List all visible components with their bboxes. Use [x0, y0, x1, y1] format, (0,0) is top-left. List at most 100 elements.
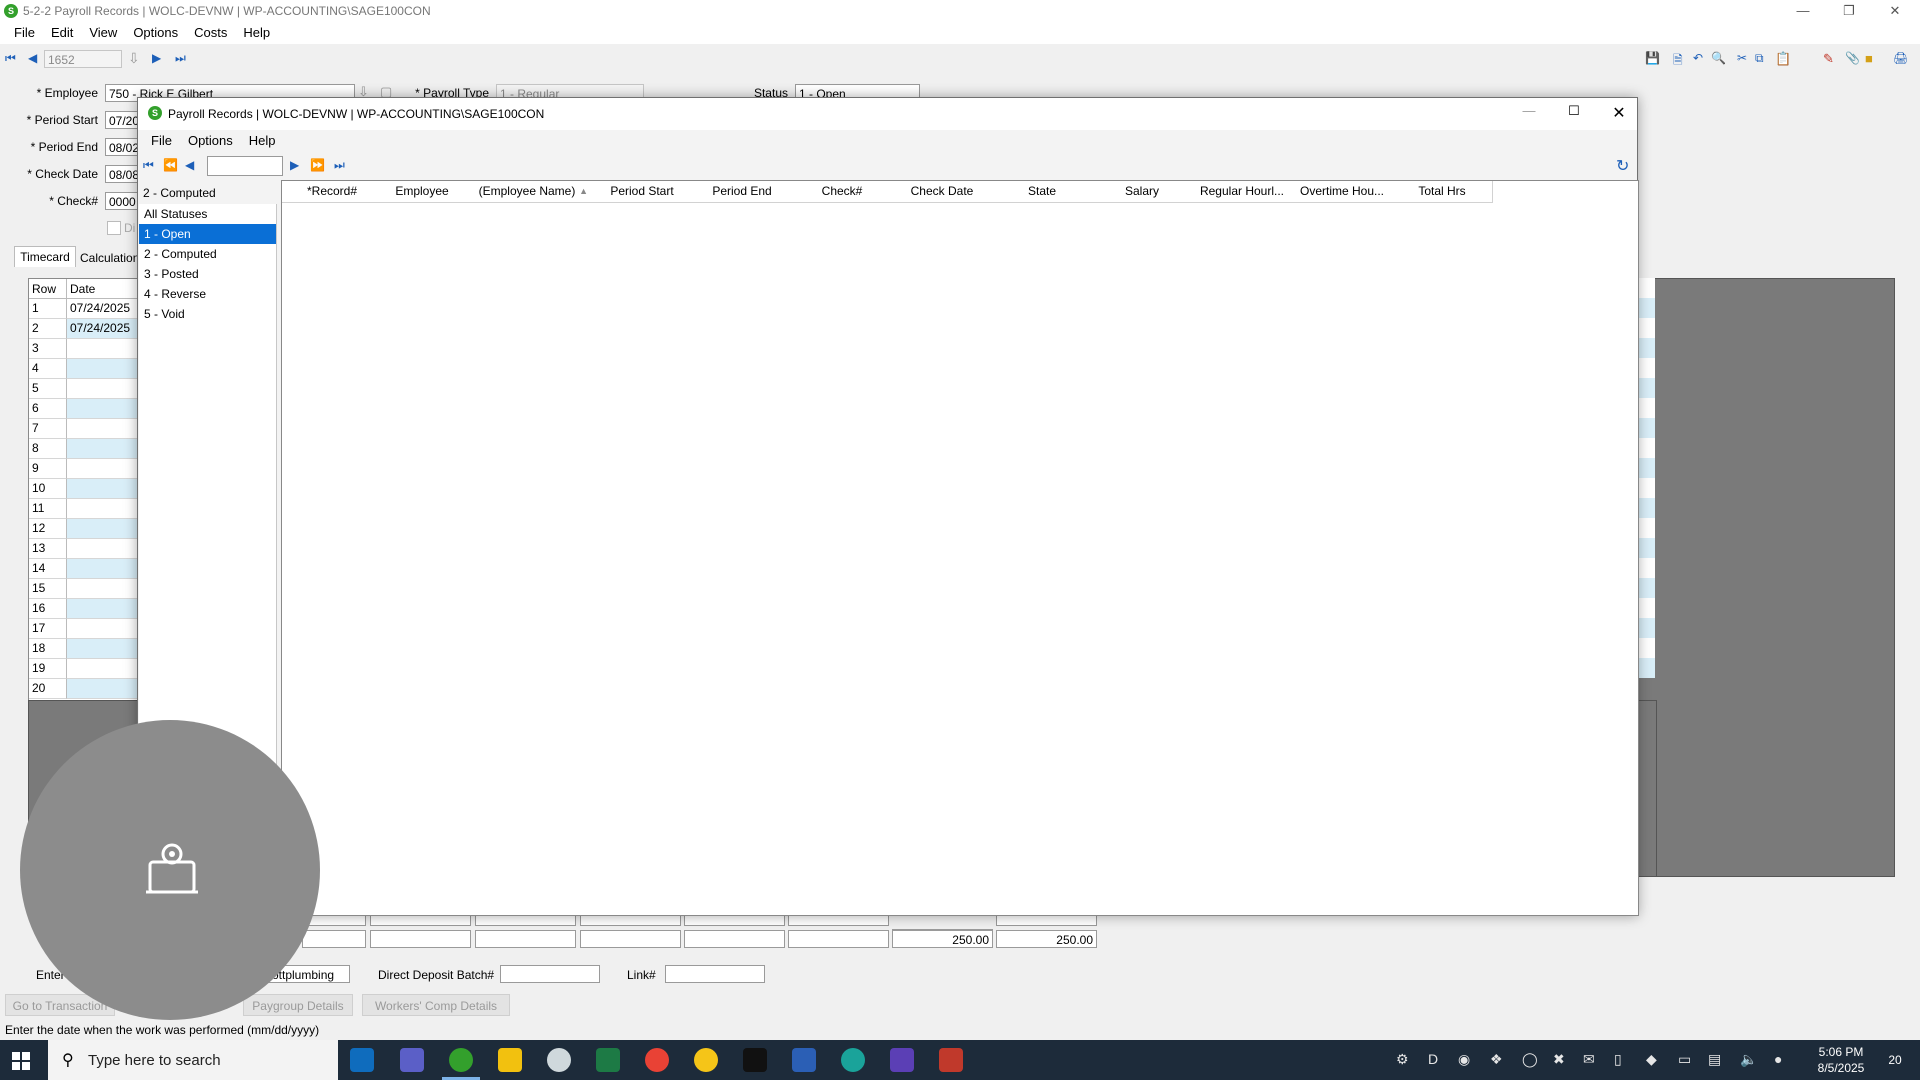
tray-tool-icon[interactable]: ✖	[1553, 1051, 1565, 1068]
chrome-icon[interactable]	[645, 1048, 669, 1072]
column-employee-name[interactable]: (Employee Name) ▲	[462, 181, 593, 203]
direct-deposit-batch-field[interactable]	[500, 965, 600, 983]
windows-start-icon[interactable]	[12, 1052, 30, 1070]
edit-icon[interactable]: ✎	[1823, 51, 1834, 67]
taskbar-clock[interactable]: 5:06 PM 8/5/2025	[1806, 1044, 1876, 1076]
notification-center-button[interactable]: 20	[1880, 1050, 1910, 1070]
tray-device-icon[interactable]: ▯	[1614, 1051, 1622, 1068]
visual-studio-icon[interactable]	[890, 1048, 914, 1072]
sage-icon[interactable]	[449, 1048, 473, 1072]
status-option-posted[interactable]: 3 - Posted	[139, 264, 276, 284]
column-period-start[interactable]: Period Start	[592, 181, 693, 203]
battery-icon[interactable]: ▭	[1678, 1051, 1691, 1068]
excel-icon[interactable]	[596, 1048, 620, 1072]
copy-icon[interactable]: ⧉	[1755, 51, 1764, 66]
column-check-date[interactable]: Check Date	[892, 181, 993, 203]
lookup-down-icon[interactable]: ⇩	[128, 50, 140, 67]
paygroup-details-button[interactable]: Paygroup Details	[243, 994, 353, 1016]
dialog-menu-file[interactable]: File	[143, 130, 180, 152]
chatgpt-icon[interactable]	[841, 1048, 865, 1072]
tray-app-icon[interactable]: ⚙	[1396, 1051, 1409, 1068]
dialog-previous-icon[interactable]: ◀	[185, 158, 194, 172]
outlook-icon[interactable]	[350, 1048, 374, 1072]
find-icon[interactable]: 🔍	[1711, 51, 1726, 65]
volume-icon[interactable]: 🔈	[1740, 1051, 1757, 1068]
dialog-close-button[interactable]: ✕	[1604, 103, 1634, 123]
menu-options[interactable]: Options	[125, 22, 186, 44]
menu-view[interactable]: View	[81, 22, 125, 44]
teams-icon[interactable]	[400, 1048, 424, 1072]
grid-header-row: Row	[29, 279, 67, 299]
minimize-button[interactable]: —	[1780, 0, 1826, 22]
dialog-refresh-icon[interactable]: ↻	[1616, 156, 1629, 176]
dialog-next-page-icon[interactable]: ⏩	[310, 158, 325, 172]
column-total-hours[interactable]: Total Hrs	[1392, 181, 1493, 203]
dialog-last-icon[interactable]: ⏭	[334, 158, 345, 173]
print-icon[interactable]: 🖨	[1893, 51, 1908, 65]
column-record-number[interactable]: *Record#	[282, 181, 383, 203]
tray-dropbox-icon[interactable]: ❖	[1490, 1051, 1503, 1068]
acrobat-icon[interactable]	[743, 1048, 767, 1072]
screen-share-overlay[interactable]	[20, 720, 320, 1020]
file-explorer-icon[interactable]	[498, 1048, 522, 1072]
previous-record-icon[interactable]: ◀	[28, 51, 37, 65]
dialog-menu-options[interactable]: Options	[180, 130, 241, 152]
last-record-icon[interactable]: ⏭	[175, 51, 186, 66]
cloud-app-icon[interactable]	[547, 1048, 571, 1072]
word-icon[interactable]	[792, 1048, 816, 1072]
dialog-previous-page-icon[interactable]: ⏪	[163, 158, 178, 172]
workers-comp-details-button[interactable]: Workers' Comp Details	[362, 994, 510, 1016]
status-option-void[interactable]: 5 - Void	[139, 304, 276, 324]
cut-icon[interactable]: ✂	[1737, 51, 1747, 65]
tab-timecard[interactable]: Timecard	[14, 246, 76, 267]
notes-icon[interactable]: ■	[1865, 51, 1873, 66]
dialog-menu-help[interactable]: Help	[241, 130, 284, 152]
column-regular-hourly[interactable]: Regular Hourl...	[1192, 181, 1293, 203]
menu-file[interactable]: File	[6, 22, 43, 44]
column-check-number[interactable]: Check#	[792, 181, 893, 203]
save-icon[interactable]: 💾	[1645, 51, 1660, 65]
app-circle-icon[interactable]	[694, 1048, 718, 1072]
row-number-cell: 7	[29, 419, 67, 439]
status-option-open[interactable]: 1 - Open	[139, 224, 276, 244]
menu-edit[interactable]: Edit	[43, 22, 81, 44]
status-filter-current[interactable]: 2 - Computed	[143, 186, 216, 200]
dialog-search-input[interactable]	[207, 156, 283, 176]
network-icon[interactable]: ▤	[1708, 1051, 1721, 1068]
first-record-icon[interactable]: ⏮	[5, 51, 16, 66]
column-overtime-hours[interactable]: Overtime Hou...	[1292, 181, 1393, 203]
record-number-field[interactable]: 1652	[44, 50, 122, 68]
status-option-computed[interactable]: 2 - Computed	[139, 244, 276, 264]
column-state[interactable]: State	[992, 181, 1093, 203]
paste-icon[interactable]: 📋	[1775, 51, 1791, 67]
taskbar-search-box[interactable]: ⚲ Type here to search	[48, 1040, 338, 1080]
tray-d-icon[interactable]: D	[1428, 1051, 1438, 1067]
dialog-maximize-button[interactable]: ☐	[1559, 103, 1589, 119]
link-field[interactable]	[665, 965, 765, 983]
status-option-all[interactable]: All Statuses	[139, 204, 276, 224]
next-record-icon[interactable]: ▶	[152, 51, 161, 65]
microphone-icon[interactable]: ●	[1774, 1051, 1782, 1067]
direct-deposit-checkbox[interactable]	[107, 221, 121, 235]
dialog-next-icon[interactable]: ▶	[290, 158, 299, 172]
tray-security-icon[interactable]: ◆	[1646, 1051, 1657, 1068]
column-salary[interactable]: Salary	[1092, 181, 1193, 203]
dialog-first-icon[interactable]: ⏮	[143, 158, 154, 173]
close-button[interactable]: ✕	[1872, 0, 1918, 22]
status-option-reverse[interactable]: 4 - Reverse	[139, 284, 276, 304]
menu-costs[interactable]: Costs	[186, 22, 235, 44]
dialog-minimize-button[interactable]: —	[1514, 103, 1544, 118]
tray-sync-icon[interactable]: ◯	[1522, 1051, 1538, 1068]
tray-teams-icon[interactable]: ◉	[1458, 1051, 1470, 1068]
new-icon[interactable]: 🗎	[1673, 51, 1683, 72]
undo-icon[interactable]: ↶	[1693, 51, 1703, 65]
menu-help[interactable]: Help	[235, 22, 278, 44]
row-number-cell: 13	[29, 539, 67, 559]
toolbar-actions: 💾 🗎 ↶ 🔍 ✂ ⧉ 📋 ✎ 📎 ■ 🖨	[1645, 51, 1915, 69]
restore-button[interactable]: ❐	[1826, 0, 1872, 22]
attach-icon[interactable]: 📎	[1845, 51, 1860, 65]
column-employee[interactable]: Employee	[382, 181, 463, 203]
tray-outlook-icon[interactable]: ✉	[1583, 1051, 1595, 1068]
winrar-icon[interactable]	[939, 1048, 963, 1072]
column-period-end[interactable]: Period End	[692, 181, 793, 203]
